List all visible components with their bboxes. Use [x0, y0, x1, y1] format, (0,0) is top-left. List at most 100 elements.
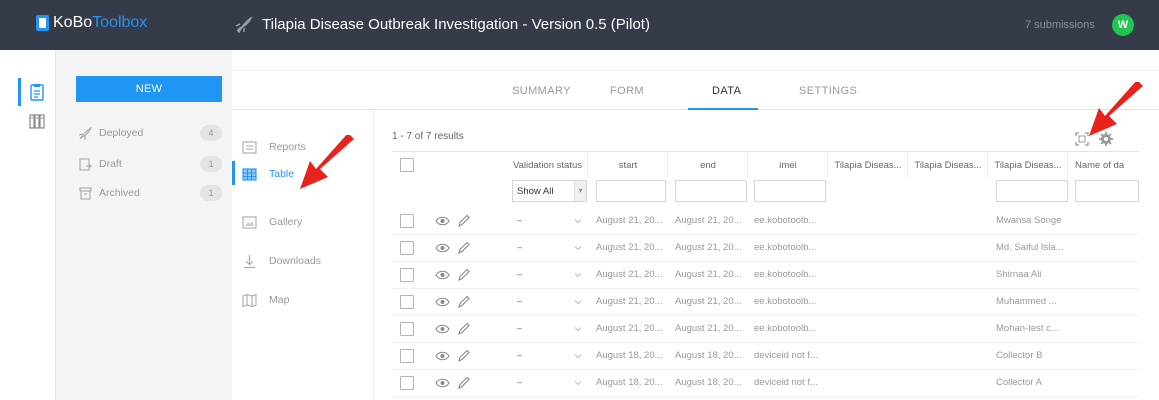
row-checkbox[interactable] [400, 322, 414, 336]
subnav-label: Downloads [269, 255, 321, 267]
row-checkbox[interactable] [400, 295, 414, 309]
filter-selected-value: Show All [517, 185, 554, 197]
column-header-end[interactable]: end [669, 152, 748, 178]
row-checkbox[interactable] [400, 241, 414, 255]
pencil-icon[interactable] [457, 349, 470, 363]
archived-count-badge: 1 [200, 185, 222, 201]
table-row: – August 18, 20... August 18, 20... devicei… [392, 370, 1139, 397]
validation-filter-select[interactable]: Show All ▾ [512, 180, 587, 202]
start-cell: August 18, 20... [596, 350, 663, 361]
eye-icon[interactable] [435, 215, 450, 227]
pencil-icon[interactable] [457, 376, 470, 390]
row-checkbox[interactable] [400, 214, 414, 228]
validation-status-cell[interactable]: – [517, 208, 522, 234]
sidebar-item-draft[interactable]: Draft 1 [78, 152, 222, 176]
pencil-icon[interactable] [457, 214, 470, 228]
validation-status-cell[interactable]: – [517, 316, 522, 342]
validation-status-cell[interactable]: – [517, 370, 522, 396]
start-cell: August 18, 20... [596, 377, 663, 388]
imei-cell: ee.kobotoolb... [754, 296, 817, 307]
kobotoolbox-logo[interactable]: KoBo Toolbox [36, 14, 147, 32]
start-cell: August 21, 20... [596, 296, 663, 307]
chevron-down-icon[interactable] [574, 325, 582, 333]
filter-input-name[interactable] [1075, 180, 1139, 202]
subnav-item-table[interactable]: Table [242, 162, 294, 186]
eye-icon[interactable] [435, 242, 450, 254]
filter-input-imei[interactable] [754, 180, 826, 202]
chevron-down-icon[interactable] [574, 298, 582, 306]
eye-icon[interactable] [435, 296, 450, 308]
column-header-tilapia-3[interactable]: Tilapia Diseas... [989, 152, 1068, 178]
forms-icon[interactable] [28, 83, 46, 101]
column-header-imei[interactable]: imei [749, 152, 828, 178]
sidebar-item-deployed[interactable]: Deployed 4 [78, 121, 222, 145]
table-icon [242, 167, 257, 181]
eye-icon[interactable] [435, 269, 450, 281]
chevron-down-icon[interactable] [574, 217, 582, 225]
imei-cell: ee.kobotoolb... [754, 215, 817, 226]
column-header-validation[interactable]: Validation status [508, 152, 588, 178]
validation-status-cell[interactable]: – [517, 262, 522, 288]
subnav-item-downloads[interactable]: Downloads [242, 249, 321, 273]
pencil-icon[interactable] [457, 295, 470, 309]
column-header-tilapia-2[interactable]: Tilapia Diseas... [909, 152, 988, 178]
table-row: – August 21, 20... August 21, 20... ee.kobo… [392, 316, 1139, 343]
eye-icon[interactable] [435, 350, 450, 362]
rocket-icon [235, 16, 253, 34]
validation-status-cell[interactable]: – [517, 289, 522, 315]
reports-icon [242, 140, 257, 154]
sidebar-item-archived[interactable]: Archived 1 [78, 181, 222, 205]
column-header-start[interactable]: start [589, 152, 668, 178]
chevron-down-icon[interactable] [574, 379, 582, 387]
pencil-icon[interactable] [457, 268, 470, 282]
start-cell: August 21, 20... [596, 242, 663, 253]
row-checkbox[interactable] [400, 349, 414, 363]
subnav-item-gallery[interactable]: Gallery [242, 210, 302, 234]
chevron-down-icon[interactable] [574, 244, 582, 252]
chevron-down-icon[interactable] [574, 352, 582, 360]
pencil-icon[interactable] [457, 322, 470, 336]
tab-summary[interactable]: SUMMARY [512, 85, 571, 97]
logo-text-toolbox: Toolbox [92, 14, 148, 31]
column-header-name[interactable]: Name of da [1069, 152, 1139, 178]
row-checkbox[interactable] [400, 376, 414, 390]
logo-mark-icon [36, 15, 49, 31]
pencil-icon[interactable] [457, 241, 470, 255]
new-project-button[interactable]: NEW [76, 76, 222, 102]
sidebar-item-label: Archived [99, 187, 140, 199]
top-header: KoBo Toolbox Tilapia Disease Outbreak Inv… [0, 0, 1159, 50]
select-all-checkbox[interactable] [400, 158, 414, 172]
imei-cell: ee.kobotoolb... [754, 323, 817, 334]
validation-status-cell[interactable]: – [517, 235, 522, 261]
end-cell: August 21, 20... [675, 215, 742, 226]
library-icon[interactable] [28, 112, 46, 130]
rail-active-indicator [18, 78, 21, 106]
filter-input-start[interactable] [596, 180, 666, 202]
validation-status-cell[interactable]: – [517, 343, 522, 369]
tab-form[interactable]: FORM [610, 85, 644, 97]
eye-icon[interactable] [435, 323, 450, 335]
filter-input-end[interactable] [675, 180, 747, 202]
download-icon [244, 254, 255, 268]
submissions-table: Validation status start end imei Tilapia… [392, 151, 1139, 400]
eye-icon[interactable] [435, 377, 450, 389]
tab-settings[interactable]: SETTINGS [799, 85, 857, 97]
draft-count-badge: 1 [200, 156, 222, 172]
imei-cell: ee.kobotoolb... [754, 269, 817, 280]
row-checkbox[interactable] [400, 268, 414, 282]
chevron-down-icon[interactable] [574, 271, 582, 279]
subnav-item-map[interactable]: Map [242, 288, 289, 312]
filter-input-tilapia-3[interactable] [996, 180, 1068, 202]
table-row: – August 18, 20... August 18, 20... devicei… [392, 343, 1139, 370]
imei-cell: deviceid not f... [754, 377, 818, 388]
table-row: – August 21, 20... August 21, 20... ee.kobo… [392, 289, 1139, 316]
archive-icon [79, 186, 92, 200]
deployed-count-badge: 4 [200, 125, 222, 141]
end-cell: August 21, 20... [675, 296, 742, 307]
column-header-tilapia-1[interactable]: Tilapia Diseas... [829, 152, 908, 178]
user-avatar[interactable]: W [1112, 14, 1134, 36]
project-tabs: SUMMARY FORM DATA SETTINGS [232, 70, 1159, 110]
tab-data[interactable]: DATA [712, 85, 741, 97]
start-cell: August 21, 20... [596, 269, 663, 280]
collector-name-cell: Muhammed ... [996, 296, 1057, 307]
